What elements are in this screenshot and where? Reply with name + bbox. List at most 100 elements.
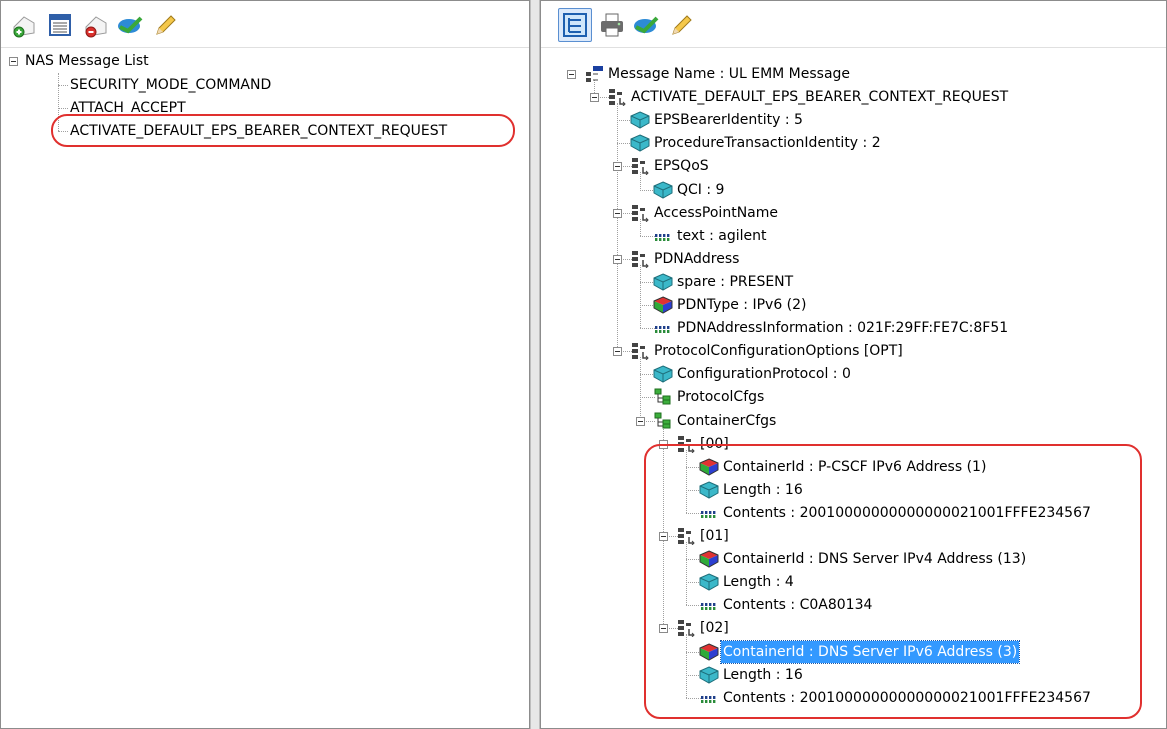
tree-node-label: EPSQoS <box>654 158 709 175</box>
integer-gem-icon <box>699 573 719 591</box>
add-message-button[interactable] <box>7 8 41 42</box>
tree-node-label: ContainerCfgs <box>677 412 777 429</box>
enumerated-gem-icon <box>699 642 719 661</box>
tree-view-icon <box>563 13 587 37</box>
collapse-toggle[interactable] <box>567 70 576 79</box>
tree-node-label: Length : 16 <box>723 666 803 683</box>
tree-root[interactable]: NAS Message List <box>23 50 151 72</box>
remove-message-button[interactable] <box>79 8 113 42</box>
octet-string-icon <box>701 510 716 518</box>
enumerated-gem-icon <box>699 458 719 476</box>
sequence-icon <box>609 89 626 107</box>
collapse-toggle[interactable] <box>659 532 668 541</box>
collapse-toggle[interactable] <box>636 416 645 426</box>
tree-connector <box>663 426 664 629</box>
enumerated-gem-icon <box>699 550 719 568</box>
octet-string-icon <box>701 695 716 703</box>
tree-node-label: EPSBearerIdentity : 5 <box>654 112 803 129</box>
tree-node-label: [00] <box>700 435 729 452</box>
print-icon <box>601 13 623 37</box>
sequence-icon <box>632 158 649 176</box>
validate-button[interactable] <box>629 8 663 42</box>
tree-node-label: ContainerId : P-CSCF IPv6 Address (1) <box>723 458 987 475</box>
nas-message-list-pane: NAS Message List SECURITY_MODE_COMMAND A… <box>0 0 530 729</box>
tree-node-label: Message Name : UL EMM Message <box>608 66 851 82</box>
tree-node-label: [01] <box>700 528 729 544</box>
tree-connector <box>58 85 68 86</box>
edit-button[interactable] <box>663 8 697 42</box>
collapse-toggle[interactable] <box>659 439 668 449</box>
tree-connector <box>58 108 68 109</box>
pdu-icon <box>586 66 603 82</box>
integer-gem-icon <box>630 134 650 152</box>
message-item-label: ATTACH_ACCEPT <box>70 100 186 116</box>
tree-connector <box>686 542 687 606</box>
tree-node-label: ACTIVATE_DEFAULT_EPS_BEARER_CONTEXT_REQU… <box>631 89 1009 106</box>
tree-node-label: Contents : 20010000000000000021001FFFE23… <box>723 504 1091 521</box>
sequence-icon <box>678 528 695 545</box>
tree-connector <box>640 357 641 421</box>
collapse-toggle[interactable] <box>590 93 599 103</box>
tree-node-label: ProcedureTransactionIdentity : 2 <box>654 135 881 152</box>
tree-connector <box>58 73 59 131</box>
table-icon <box>49 14 71 36</box>
message-item-activate-default-eps-bearer-context-request[interactable]: ACTIVATE_DEFAULT_EPS_BEARER_CONTEXT_REQU… <box>68 120 449 142</box>
message-item-attach-accept[interactable]: ATTACH_ACCEPT <box>68 97 188 119</box>
tree-node-label: Length : 16 <box>723 481 803 498</box>
integer-gem-icon <box>630 111 650 129</box>
add-message-icon <box>13 16 35 38</box>
integer-gem-icon <box>699 481 719 499</box>
validate-icon <box>118 16 143 34</box>
message-item-label: SECURITY_MODE_COMMAND <box>70 77 272 93</box>
message-item-label: ACTIVATE_DEFAULT_EPS_BEARER_CONTEXT_REQU… <box>70 123 448 139</box>
table-button[interactable] <box>43 8 77 42</box>
list-icon <box>654 388 671 405</box>
tree-node-label: QCI : 9 <box>677 181 725 198</box>
tree-node-label: [02] <box>700 620 729 637</box>
sequence-icon <box>632 204 649 222</box>
collapse-toggle[interactable] <box>613 254 622 264</box>
tree-node-label: ContainerId : DNS Server IPv6 Address (3… <box>719 639 1021 664</box>
tree-connector <box>686 449 687 513</box>
sequence-icon <box>632 250 649 268</box>
tree-node-label: Contents : C0A80134 <box>723 597 873 614</box>
octet-string-icon <box>655 233 670 241</box>
sequence-icon <box>632 343 649 361</box>
message-detail-pane: Message Name : UL EMM Message ACTIVATE_DE… <box>540 0 1167 729</box>
tree-root-label: NAS Message List <box>25 53 149 69</box>
octet-string-icon <box>701 603 716 611</box>
edit-button[interactable] <box>147 8 181 42</box>
tree-connector <box>686 634 687 698</box>
list-icon <box>654 412 671 428</box>
tree-node-label: AccessPointName <box>654 204 778 221</box>
edit-pencil-icon <box>672 15 692 35</box>
remove-message-icon <box>85 16 107 38</box>
validate-button[interactable] <box>113 8 147 42</box>
tree-node-label: ProtocolCfgs <box>677 389 765 406</box>
tree-node-label: Length : 4 <box>723 574 794 591</box>
left-toolbar <box>1 1 529 48</box>
sequence-icon <box>678 620 695 638</box>
tree-node-label: spare : PRESENT <box>677 273 794 290</box>
message-item-security-mode-command[interactable]: SECURITY_MODE_COMMAND <box>68 74 273 96</box>
octet-string-icon <box>655 326 670 334</box>
tree-node-label: text : agilent <box>677 227 767 244</box>
integer-gem-icon <box>653 180 673 199</box>
tree-node-label: PDNType : IPv6 (2) <box>677 297 807 313</box>
collapse-toggle[interactable] <box>613 347 622 357</box>
collapse-toggle[interactable] <box>613 208 622 218</box>
print-button[interactable] <box>595 8 629 42</box>
splitter[interactable] <box>530 0 540 729</box>
collapse-toggle[interactable] <box>613 162 622 172</box>
collapse-toggle[interactable] <box>659 624 668 634</box>
validate-icon <box>634 16 659 34</box>
tree-node-label: ContainerId : DNS Server IPv4 Address (1… <box>723 551 1027 568</box>
tree-node-label: PDNAddress <box>654 250 740 267</box>
tree-view-button[interactable] <box>558 8 592 42</box>
tree-connector <box>640 264 641 329</box>
tree-node-label: Contents : 20010000000000000021001FFFE23… <box>723 689 1091 706</box>
collapse-toggle[interactable] <box>9 57 18 66</box>
integer-gem-icon <box>699 666 719 684</box>
sequence-icon <box>678 435 695 453</box>
tree-connector <box>617 103 618 352</box>
